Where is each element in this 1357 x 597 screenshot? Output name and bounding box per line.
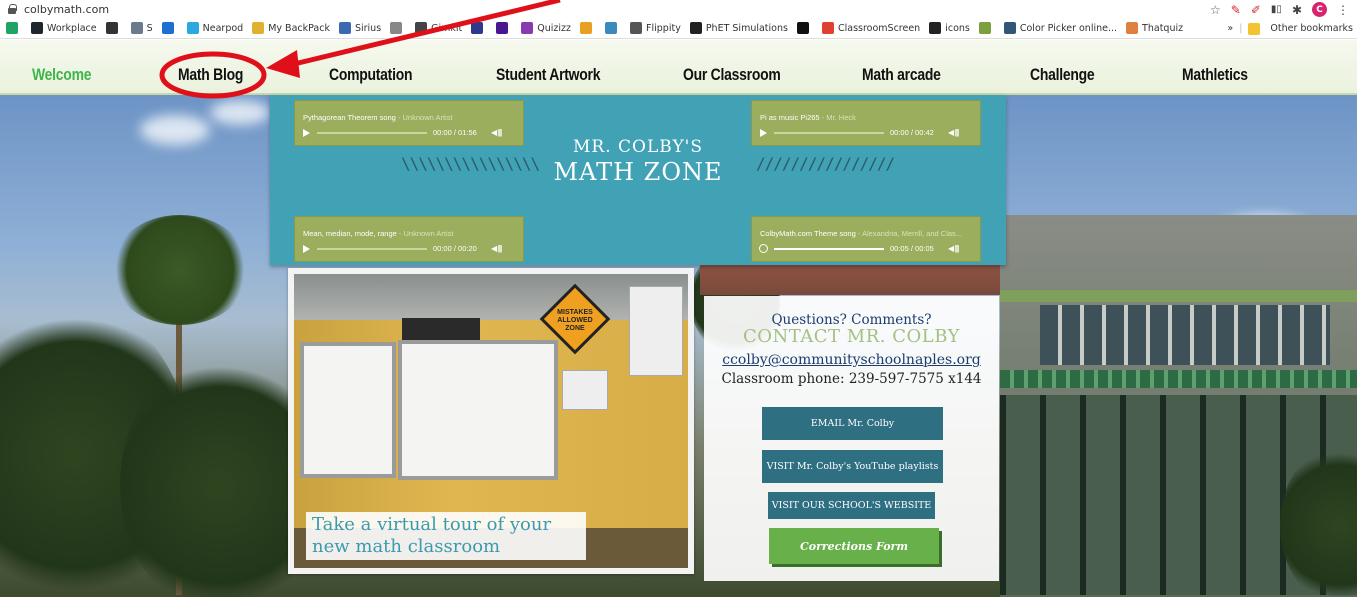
bookmark-label: Color Picker online...: [1019, 22, 1118, 34]
classroom-photo[interactable]: MISTAKES ALLOWED ZONE Take a virtual tou…: [294, 274, 688, 568]
track-artist: - Unknown Artist: [396, 229, 454, 238]
decor-slashes: ////////////////: [756, 154, 895, 173]
folder-icon: [1248, 22, 1261, 35]
pen-extension-icon[interactable]: ✎: [1231, 3, 1241, 17]
smart-board: [398, 340, 558, 480]
progress-fill: [774, 248, 884, 250]
bookmark-item[interactable]: S: [130, 22, 153, 34]
site-title-line1: MR. COLBY'S: [573, 137, 703, 157]
contact-phone: Classroom phone: 239-597-7575 x144: [721, 371, 982, 387]
volume-icon[interactable]: ◀ ||||: [948, 244, 960, 253]
lock-icon: [8, 4, 17, 14]
bookmark-label: Nearpod: [202, 22, 244, 34]
bookmark-item[interactable]: [161, 22, 178, 34]
contact-heading: CONTACT MR. COLBY: [742, 326, 960, 347]
thatquiz-icon: [1126, 22, 1139, 34]
other-bookmarks-link[interactable]: Other bookmarks: [1270, 23, 1353, 34]
track-artist: - Alexandria, Merrill, and Clas...: [855, 229, 963, 238]
math-poster: [629, 286, 683, 376]
browser-toolbar-icons: ☆ ✎ ✐ ▮▯ ✱ C ⋮: [1210, 2, 1349, 17]
s-icon: [130, 22, 143, 34]
volume-icon[interactable]: ◀ ||||: [491, 244, 503, 253]
decor-backslashes: \\\\\\\\\\\\\\\\: [401, 154, 540, 173]
palm-leaves: [110, 215, 250, 325]
classroom-photo-card[interactable]: MISTAKES ALLOWED ZONE Take a virtual tou…: [288, 268, 694, 574]
email-button[interactable]: EMAIL Mr. Colby: [762, 407, 943, 440]
nearpod-icon: [186, 22, 199, 34]
youtube-playlists-button[interactable]: VISIT Mr. Colby's YouTube playlists: [762, 450, 943, 483]
audio-time: 00:00 / 00:20: [433, 244, 477, 253]
caption-line1: Take a virtual tour of your: [312, 514, 552, 535]
cloud: [210, 100, 270, 125]
building-roof-trim: [1000, 290, 1357, 302]
bookmark-item[interactable]: Workplace: [31, 22, 97, 34]
cloud: [140, 115, 210, 145]
bookmark-label: S: [146, 22, 153, 34]
bookmark-item[interactable]: Thatquiz: [1126, 22, 1183, 34]
mistakes-sign-text: MISTAKES ALLOWED ZONE: [557, 309, 593, 332]
outlook-icon: [161, 22, 174, 34]
track-title: ColbyMath.com Theme song: [760, 229, 856, 238]
eyedropper-extension-icon[interactable]: ✐: [1251, 3, 1261, 17]
more-bookmarks-button[interactable]: »: [1227, 23, 1233, 34]
progress-track[interactable]: [317, 248, 427, 250]
bookmark-item[interactable]: Nearpod: [186, 22, 244, 34]
url-text[interactable]: colbymath.com: [24, 3, 109, 16]
track-title: Mean, median, mode, range: [303, 229, 397, 238]
audio-title: ColbyMath.com Theme song - Alexandria, M…: [760, 229, 975, 238]
bookmark-item[interactable]: Color Picker online...: [1003, 22, 1118, 34]
play-icon[interactable]: [303, 245, 310, 253]
nav-challenge[interactable]: Challenge: [1030, 65, 1095, 85]
caption-line2: new math classroom: [312, 536, 501, 557]
workplace-icon: [31, 22, 43, 34]
backpack-icon: [252, 22, 265, 34]
nav-welcome[interactable]: Welcome: [32, 65, 91, 85]
nav-math-blog[interactable]: Math Blog: [178, 65, 243, 85]
building-windows: [1040, 305, 1330, 365]
contact-panel: Questions? Comments? CONTACT MR. COLBY c…: [704, 296, 999, 581]
replay-icon[interactable]: [759, 244, 768, 253]
nav-mathletics[interactable]: Mathletics: [1182, 65, 1248, 85]
circle-icon: [105, 22, 118, 34]
bookmarks-overflow: » | Other bookmarks: [1227, 18, 1357, 38]
star-icon[interactable]: ☆: [1210, 3, 1221, 17]
audio-player[interactable]: ColbyMath.com Theme song - Alexandria, M…: [751, 216, 981, 262]
bookmark-item[interactable]: [6, 22, 22, 34]
progress-track[interactable]: [774, 248, 884, 250]
audio-title: Mean, median, mode, range - Unknown Arti…: [303, 229, 518, 238]
drive-icon: [6, 22, 18, 34]
divider: |: [1239, 23, 1243, 34]
audio-time: 00:05 / 00:05: [890, 244, 934, 253]
site-title: MR. COLBY'S MATH ZONE \\\\\\\\\\\\\\\\ /…: [270, 0, 1006, 200]
wall-poster: [562, 370, 608, 410]
whiteboard-left: [300, 342, 396, 478]
projector: [402, 318, 480, 340]
puzzle-extension-icon[interactable]: ✱: [1292, 3, 1302, 17]
school-website-button[interactable]: VISIT OUR SCHOOL'S WEBSITE: [768, 492, 935, 519]
corrections-form-button[interactable]: Corrections Form: [769, 528, 939, 564]
contact-email-link[interactable]: ccolby@communityschoolnaples.org: [704, 352, 999, 368]
profile-avatar[interactable]: C: [1312, 2, 1327, 17]
bookmark-item[interactable]: [105, 22, 122, 34]
audio-player[interactable]: Mean, median, mode, range - Unknown Arti…: [294, 216, 524, 262]
bars-extension-icon[interactable]: ▮▯: [1271, 4, 1282, 15]
bookmark-label: Workplace: [47, 22, 97, 34]
kebab-menu-icon[interactable]: ⋮: [1337, 3, 1349, 17]
bookmark-label: Thatquiz: [1142, 22, 1184, 34]
site-title-line2: MATH ZONE: [553, 158, 723, 186]
virtual-tour-caption[interactable]: Take a virtual tour of your new math cla…: [306, 512, 586, 560]
green-awning: [1000, 370, 1357, 388]
